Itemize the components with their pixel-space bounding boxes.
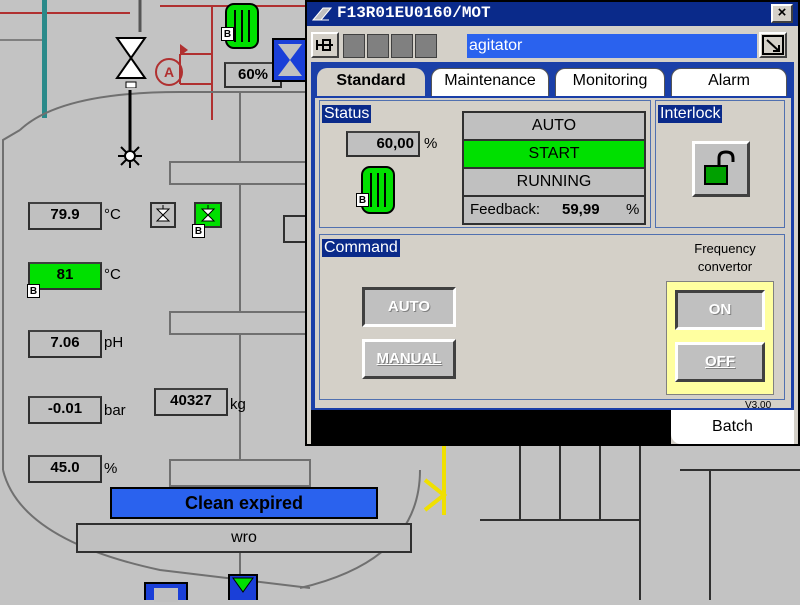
pin-button[interactable] [311,32,339,58]
b-badge: B [221,27,234,41]
temperature-unit: °C [104,266,121,283]
off-button[interactable]: OFF [675,342,765,382]
tab-maintenance[interactable]: Maintenance [431,68,549,96]
tab-batch[interactable]: Batch [671,410,794,444]
temperature-readout[interactable]: 79.9 [28,202,102,230]
level-unit: % [104,460,118,477]
unlock-icon [704,150,735,185]
ph-readout[interactable]: 7.06 [28,330,102,358]
close-button[interactable]: × [771,4,793,23]
sensor-icon[interactable] [150,202,176,228]
on-button[interactable]: ON [675,290,765,330]
interlock-group: Interlock [655,100,785,228]
version-label: V3.00 [745,400,772,411]
state-panel: AUTO START RUNNING Feedback: 59,99 % [462,111,646,225]
command-state: START [464,141,644,167]
toolbar-slot[interactable] [391,34,413,58]
frequency-label-1: Frequency [694,241,756,256]
speed-unit: % [424,135,438,152]
resize-button[interactable] [759,32,787,58]
title-bar[interactable]: F13R01EU0160/MOT × [307,2,798,26]
interlock-title: Interlock [658,105,723,123]
b-badge: B [356,193,369,207]
ph-unit: pH [104,334,124,351]
auto-button[interactable]: AUTO [362,287,456,327]
status-title: Status [322,105,372,123]
interlock-button[interactable] [692,141,750,197]
dialog-title: F13R01EU0160/MOT [337,4,491,22]
toolbar-slot[interactable] [415,34,437,58]
toolbar-slot[interactable] [343,34,365,58]
weight-readout[interactable]: 40327 [154,388,228,416]
b-badge: B [27,284,40,298]
run-state: RUNNING [464,169,644,195]
manual-button[interactable]: MANUAL [362,339,456,379]
mode-state: AUTO [464,113,644,139]
feedback-unit: % [626,201,640,218]
feedback-label: Feedback: [470,201,541,218]
toolbar-slot[interactable] [367,34,389,58]
agitator-symbol-icon [118,144,142,168]
valve-indicator[interactable]: A [155,58,183,86]
feedback-row: Feedback: 59,99 % [464,197,644,223]
temperature-unit: °C [104,206,121,223]
tab-alarm[interactable]: Alarm [671,68,787,96]
clean-status-banner[interactable]: Clean expired [110,487,378,519]
operation-banner[interactable]: wro [76,523,412,553]
footer-bar [311,410,671,444]
command-title: Command [322,239,400,257]
b-badge: B [192,224,205,238]
valve-blue-icon[interactable] [272,38,308,82]
status-group: Status 60,00 % B AUTO START RUNNING Feed… [319,100,651,228]
tab-monitoring[interactable]: Monitoring [555,68,665,96]
speed-readout: 60,00 [346,131,420,157]
weight-unit: kg [230,396,246,413]
frequency-panel: ON OFF [666,281,774,395]
window-icon [311,7,333,21]
pressure-readout[interactable]: -0.01 [28,396,102,424]
frequency-label-2: convertor [697,259,753,274]
pressure-unit: bar [104,402,126,419]
tab-content: Status 60,00 % B AUTO START RUNNING Feed… [315,98,791,408]
command-group: Command AUTO MANUAL Frequency convertor … [319,234,785,400]
bottom-blue-valve-icon[interactable] [144,582,188,602]
resize-icon [762,35,784,55]
feedback-value: 59,99 [562,201,600,218]
description-field: agitator [467,34,757,58]
pin-icon [316,39,333,51]
level-readout[interactable]: 45.0 [28,455,102,483]
bottom-pump-icon[interactable] [228,574,258,600]
tab-standard[interactable]: Standard [317,68,425,96]
close-icon: × [777,4,787,21]
faceplate-dialog: F13R01EU0160/MOT × agitator Standard Mai… [305,0,800,446]
valve-icon[interactable] [115,34,147,88]
